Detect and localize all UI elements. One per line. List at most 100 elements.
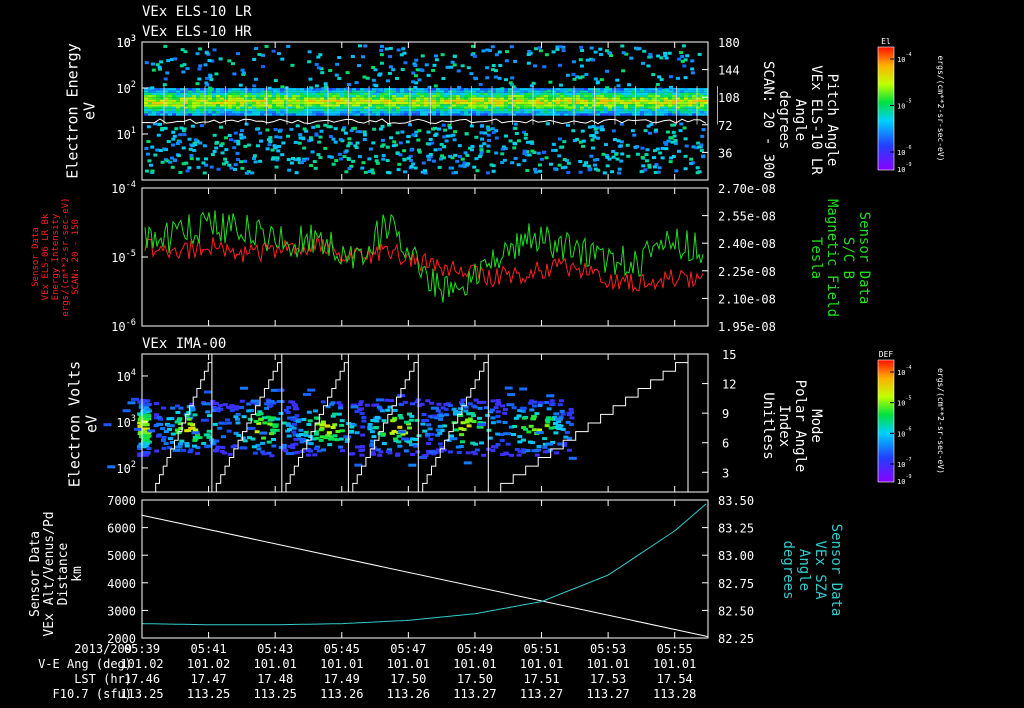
p1-band-cell [432,106,436,109]
p1-scatter-point [668,75,673,79]
p1-band-cell [484,111,488,114]
p3-blob-cell [443,413,449,417]
p1-band-cell [164,92,168,95]
p1-scatter-point [417,78,422,82]
p1-scatter-point [620,44,625,48]
p1-band-cell [352,104,356,107]
p1-band-cell [400,92,404,95]
time-row-value: 113.25 [253,687,296,701]
p1-band-cell [268,94,272,98]
p1-scatter-point [162,147,167,151]
p3-sparse-cell [130,397,139,401]
p1-scatter-point [582,163,587,167]
p1-band-cell [332,88,336,91]
p1-band-cell [180,90,184,93]
p1-band-cell [536,90,540,93]
p1-band-cell [152,106,156,109]
p3-blob-cell [205,410,211,414]
p1-scatter-point [442,135,447,139]
p1-band-cell [452,97,456,100]
p1-scatter-point [444,139,449,143]
panel-energy-intensity-bfield: 10-610-510-41.95e-082.10e-082.25e-082.40… [31,180,872,334]
p1-scatter-point [411,80,416,84]
p1-scatter-point [571,129,576,133]
p1-band-cell [292,104,296,107]
p1-band-cell [460,111,464,114]
p1-scatter-point [411,162,416,166]
p2-rtick-label: 2.40e-08 [718,237,776,251]
p1-band-cell [196,108,200,112]
p1-scatter-point [593,127,598,131]
p1-band-cell [688,97,692,100]
p1-band-cell [592,113,596,116]
p1-band-cell [460,92,464,95]
p1-scatter-point [197,67,202,71]
p1-band-cell [664,92,668,95]
p1-band-cell [412,97,416,100]
p1-band-cell [356,90,360,93]
p3-blob-cell [477,416,483,420]
p1-scatter-point [695,166,700,170]
p1-scatter-point [150,145,155,149]
p1-scatter-point [308,77,313,81]
p3-sparse-cell [343,435,352,439]
p3-blob-cell [246,409,252,413]
p1-band-cell [328,101,332,105]
p1-band-cell [180,111,184,114]
p3-blob-cell [138,405,144,409]
p3-blob-cell [371,435,377,439]
p1-scatter-point [640,155,645,159]
p1-band-cell [148,111,152,114]
p1-scatter-point [671,155,676,159]
p1-band-cell [360,88,364,91]
p1-band-cell [516,101,520,105]
p1-scatter-point [255,144,260,148]
p1-band-cell [232,104,236,107]
p3-blob-cell [145,408,151,412]
p1-band-cell [704,92,708,95]
p1-band-cell [624,90,628,93]
p1-scatter-point [212,149,217,153]
p1-band-cell [460,99,464,102]
p4-ytick-label: 4000 [107,577,136,591]
p1-band-cell [224,106,228,109]
p1-scatter-point [659,56,664,60]
p1-band-cell [616,101,620,105]
p1-band-cell [220,94,224,98]
p1-band-cell [500,104,504,107]
p3-blob-cell [536,444,542,448]
p1-scatter-point [487,138,492,142]
p1-band-cell [480,92,484,95]
p3-blob-cell [218,421,224,425]
p1-scatter-point [347,166,352,170]
time-row-value: 17.53 [590,672,626,686]
p1-band-cell [644,97,648,100]
p1-band-cell [352,99,356,102]
p1-band-cell [620,101,624,105]
p1-band-cell [212,113,216,116]
p1-band-cell [396,113,400,116]
p1-scatter-point [323,146,328,150]
p1-band-cell [228,113,232,116]
p1-band-cell [452,99,456,102]
p1-band-cell [492,90,496,93]
p1-band-cell [548,101,552,105]
p1-band-cell [268,90,272,93]
p1-band-cell [540,104,544,107]
p1-band-cell [248,88,252,91]
p1-band-cell [412,111,416,114]
p1-band-cell [616,113,620,116]
p3-blob-cell [528,401,534,405]
p1-band-cell [556,111,560,114]
p1-band-cell [356,88,360,91]
p1-scatter-point [337,152,342,156]
p3-blob-cell [422,429,428,433]
p1-band-cell [400,101,404,105]
p1-scatter-point [271,156,276,160]
p1-scatter-point [547,89,552,93]
p3-sparse-cell [546,394,555,398]
p1-band-cell [504,94,508,98]
p1-band-cell [248,108,252,112]
p1-scatter-point [344,149,349,153]
p3-blob-cell [358,407,364,411]
